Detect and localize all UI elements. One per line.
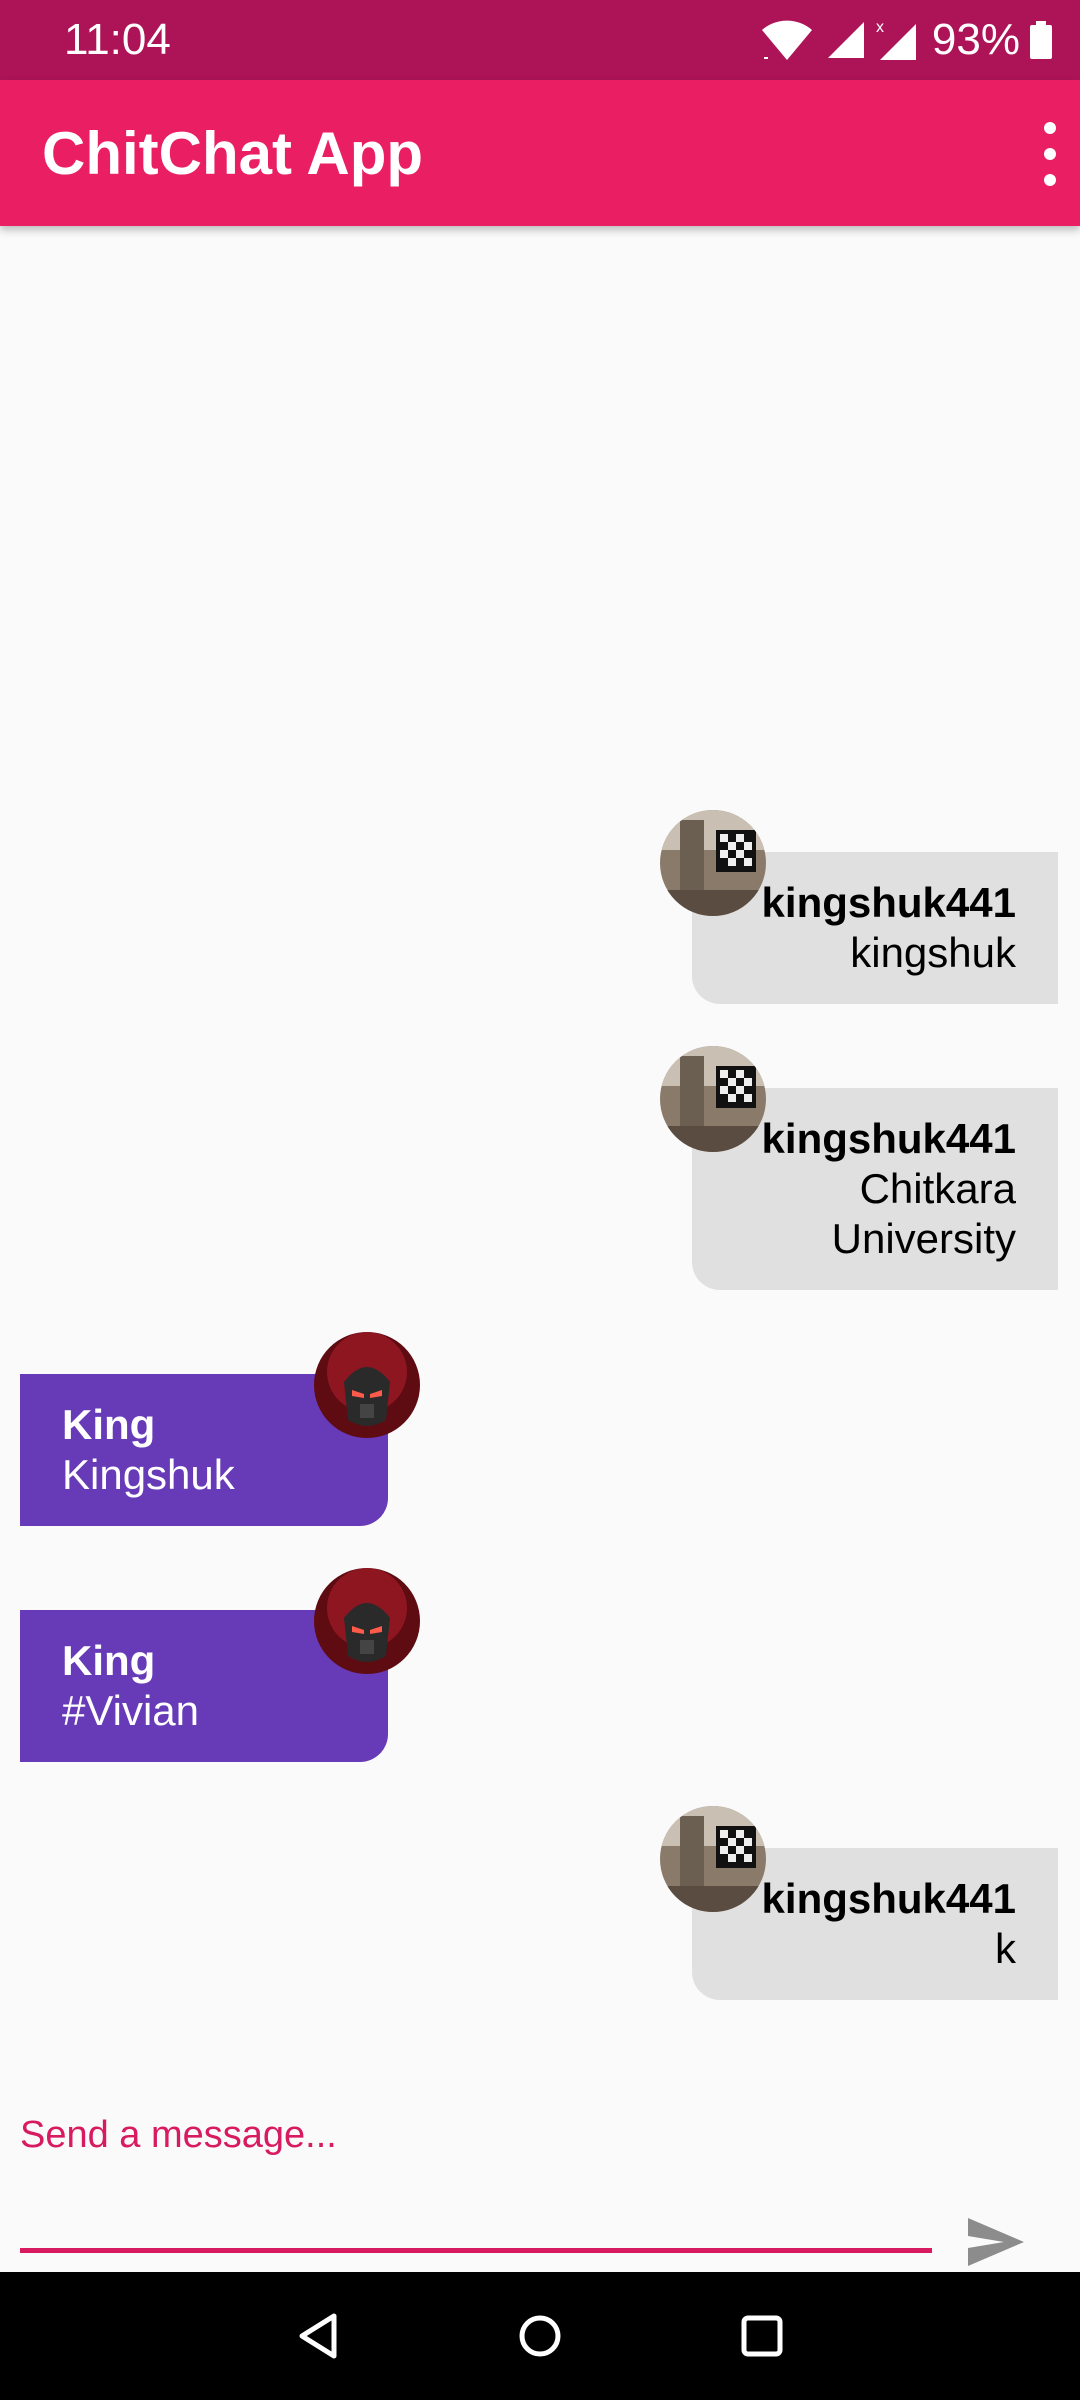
battery-icon <box>1030 21 1052 59</box>
message-text: Kingshuk <box>62 1451 235 1498</box>
app-bar: ChitChat App <box>0 80 1080 226</box>
message-text: kingshuk <box>850 929 1016 976</box>
avatar[interactable] <box>660 810 766 916</box>
recents-icon[interactable] <box>732 2306 792 2366</box>
navigation-bar <box>0 2272 1080 2400</box>
app-title: ChitChat App <box>42 120 424 187</box>
send-icon[interactable] <box>964 2210 1028 2274</box>
message-composer: Send a message... <box>0 2080 1080 2272</box>
status-time: 11:04 <box>64 15 171 64</box>
message-username: kingshuk441 <box>761 1875 1016 1922</box>
message-username: King <box>62 1401 156 1448</box>
message-username: kingshuk441 <box>761 1115 1016 1162</box>
message-username: kingshuk441 <box>761 879 1016 926</box>
back-icon[interactable] <box>290 2306 350 2366</box>
avatar[interactable] <box>314 1568 420 1674</box>
battery-percent: 93% <box>931 15 1020 64</box>
svg-text:x: x <box>876 19 884 36</box>
message-text: #Vivian <box>62 1687 199 1734</box>
message-text: Chitkara <box>859 1165 1016 1212</box>
signal-no-service-icon: x <box>874 18 918 62</box>
message-text: k <box>995 1925 1016 1972</box>
wifi-icon <box>760 18 814 62</box>
more-vert-icon[interactable] <box>1030 116 1070 192</box>
message-text: University <box>831 1215 1016 1262</box>
avatar[interactable] <box>660 1046 766 1152</box>
status-icons: x 93% <box>760 12 1052 68</box>
avatar[interactable] <box>660 1806 766 1912</box>
avatar[interactable] <box>314 1332 420 1438</box>
message-username: King <box>62 1637 156 1684</box>
chat-screen: 11:04 x 93% ChitChat App kingshuk441 kin… <box>0 0 1080 2400</box>
input-underline <box>20 2248 932 2253</box>
signal-icon <box>826 20 866 60</box>
message-input[interactable]: Send a message... <box>20 2112 337 2158</box>
status-bar: 11:04 x 93% <box>0 0 1080 80</box>
home-icon[interactable] <box>510 2306 570 2366</box>
